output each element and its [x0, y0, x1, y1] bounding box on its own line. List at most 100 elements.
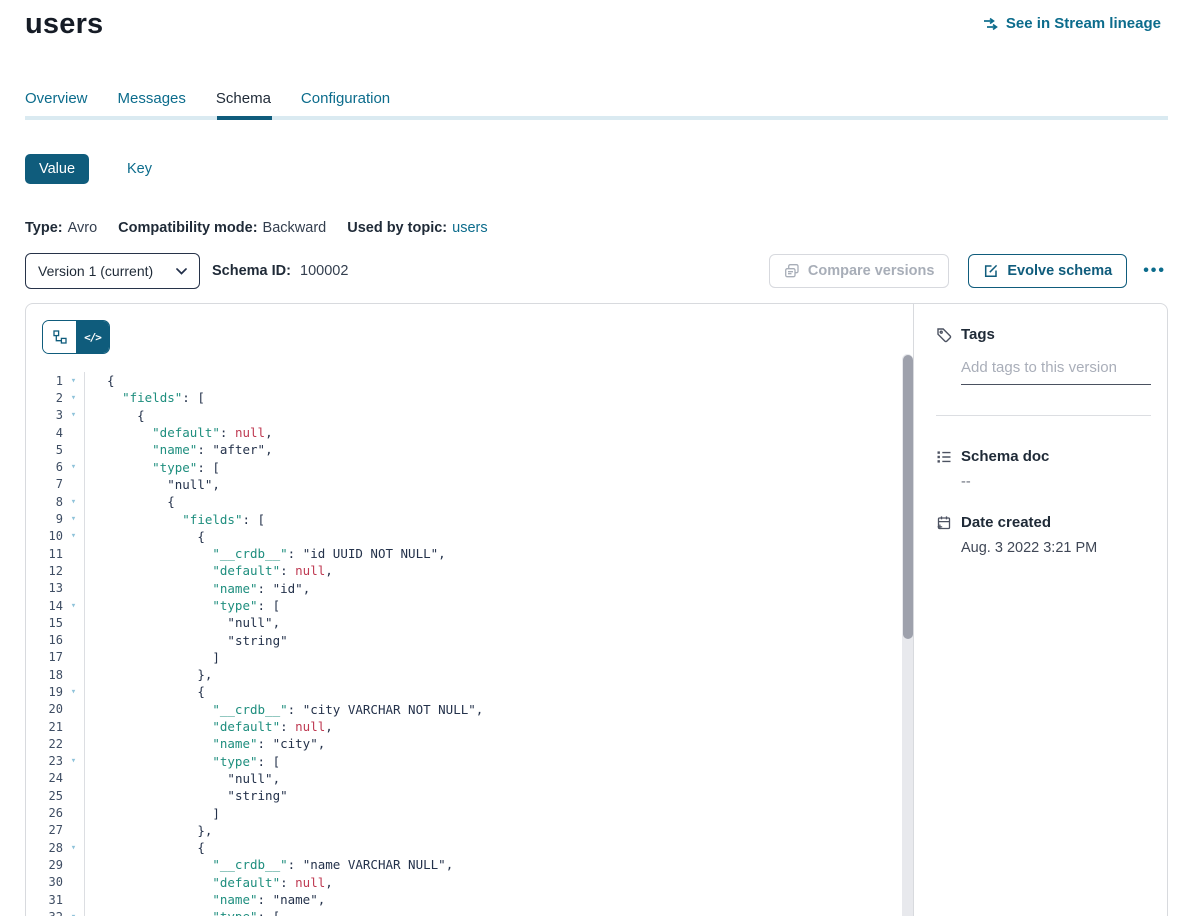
code-line-text: "name": "id",: [84, 580, 310, 597]
code-line-text: },: [84, 822, 212, 839]
code-line-text: "__crdb__": "id UUID NOT NULL",: [84, 545, 446, 562]
code-line-text: "string": [84, 787, 288, 804]
code-line: 6▾ "type": [: [26, 458, 899, 475]
line-number: 20: [26, 702, 63, 716]
more-options-button[interactable]: •••: [1141, 262, 1168, 280]
line-number: 24: [26, 771, 63, 785]
line-number: 14: [26, 599, 63, 613]
code-line-text: {: [84, 839, 205, 856]
add-tags-input[interactable]: [961, 357, 1151, 385]
line-number: 1: [26, 374, 63, 388]
stream-lineage-link[interactable]: See in Stream lineage: [982, 15, 1161, 32]
value-tab-button[interactable]: Value: [25, 154, 89, 184]
evolve-schema-button[interactable]: Evolve schema: [968, 254, 1127, 288]
code-line: 16 "string": [26, 631, 899, 648]
chevron-down-icon: [176, 268, 187, 275]
collapse-arrow-icon[interactable]: ▾: [63, 462, 84, 472]
collapse-arrow-icon[interactable]: ▾: [63, 410, 84, 420]
line-number: 27: [26, 823, 63, 837]
code-editor: 1▾{2▾ "fields": [3▾ {4 "default": null,5…: [26, 372, 899, 916]
code-line-text: },: [84, 666, 212, 683]
schema-toolbar: Version 1 (current) Schema ID: 100002 Co…: [25, 253, 1168, 289]
line-number: 23: [26, 754, 63, 768]
code-line-text: "default": null,: [84, 424, 273, 441]
line-number: 32: [26, 910, 63, 916]
code-line-text: {: [84, 683, 205, 700]
schema-card: </> 1▾{2▾ "fields": [3▾ {4 "default": nu…: [25, 303, 1168, 916]
code-line-text: "default": null,: [84, 718, 333, 735]
line-number: 16: [26, 633, 63, 647]
code-view-icon: </>: [84, 331, 101, 344]
line-number: 30: [26, 875, 63, 889]
used-by-topic-label: Used by topic:: [347, 220, 447, 236]
type-label: Type:: [25, 220, 63, 236]
line-number: 13: [26, 581, 63, 595]
code-line-text: "name": "after",: [84, 441, 273, 458]
code-line-text: "null",: [84, 476, 220, 493]
schema-meta-row: Type: Avro Compatibility mode: Backward …: [25, 220, 509, 236]
page-title: users: [25, 8, 103, 41]
code-line-text: "name": "city",: [84, 735, 325, 752]
code-line: 10▾ {: [26, 528, 899, 545]
code-view-button[interactable]: </>: [76, 321, 109, 353]
line-number: 6: [26, 460, 63, 474]
compare-versions-button[interactable]: Compare versions: [769, 254, 950, 288]
collapse-arrow-icon[interactable]: ▾: [63, 514, 84, 524]
code-line: 4 "default": null,: [26, 424, 899, 441]
collapse-arrow-icon[interactable]: ▾: [63, 843, 84, 853]
tab-configuration[interactable]: Configuration: [301, 90, 390, 107]
code-line-text: {: [84, 493, 175, 510]
line-number: 31: [26, 893, 63, 907]
line-number: 17: [26, 650, 63, 664]
code-line: 20 "__crdb__": "city VARCHAR NOT NULL",: [26, 701, 899, 718]
code-line: 31 "name": "name",: [26, 891, 899, 908]
schema-code-pane: </> 1▾{2▾ "fields": [3▾ {4 "default": nu…: [26, 304, 914, 916]
tab-messages[interactable]: Messages: [118, 90, 186, 107]
tree-view-icon: [53, 330, 67, 344]
sidebar-divider: [936, 415, 1151, 416]
schema-id: Schema ID: 100002: [212, 263, 348, 279]
code-line-text: "type": [: [84, 908, 280, 916]
code-line-text: "default": null,: [84, 562, 333, 579]
collapse-arrow-icon[interactable]: ▾: [63, 531, 84, 541]
code-line-text: "fields": [: [84, 510, 265, 527]
collapse-arrow-icon[interactable]: ▾: [63, 497, 84, 507]
collapse-arrow-icon[interactable]: ▾: [63, 376, 84, 386]
tab-active-underline: [217, 116, 272, 120]
ellipsis-icon: •••: [1143, 262, 1166, 279]
compatibility-label: Compatibility mode:: [118, 220, 257, 236]
tab-underline-track: [25, 116, 1168, 120]
code-line: 25 "string": [26, 787, 899, 804]
tree-view-button[interactable]: [43, 321, 76, 353]
code-line-text: "default": null,: [84, 874, 333, 891]
code-line-text: ]: [84, 804, 220, 821]
code-line: 18 },: [26, 666, 899, 683]
version-select[interactable]: Version 1 (current): [25, 253, 200, 289]
line-number: 4: [26, 426, 63, 440]
code-line: 24 "null",: [26, 770, 899, 787]
code-line: 19▾ {: [26, 683, 899, 700]
list-icon: [936, 449, 952, 465]
line-number: 22: [26, 737, 63, 751]
code-line: 22 "name": "city",: [26, 735, 899, 752]
code-line: 15 "null",: [26, 614, 899, 631]
collapse-arrow-icon[interactable]: ▾: [63, 912, 84, 916]
collapse-arrow-icon[interactable]: ▾: [63, 393, 84, 403]
date-created-section-header: Date created: [936, 514, 1151, 531]
tab-bar: Overview Messages Schema Configuration: [25, 90, 390, 107]
key-tab-button[interactable]: Key: [113, 154, 166, 184]
code-line-text: "__crdb__": "name VARCHAR NULL",: [84, 856, 453, 873]
line-number: 3: [26, 408, 63, 422]
code-line: 14▾ "type": [: [26, 597, 899, 614]
tab-schema[interactable]: Schema: [216, 90, 271, 107]
line-number: 7: [26, 477, 63, 491]
line-number: 12: [26, 564, 63, 578]
collapse-arrow-icon[interactable]: ▾: [63, 756, 84, 766]
collapse-arrow-icon[interactable]: ▾: [63, 601, 84, 611]
scrollbar-thumb[interactable]: [903, 355, 913, 639]
collapse-arrow-icon[interactable]: ▾: [63, 687, 84, 697]
tab-overview[interactable]: Overview: [25, 90, 88, 107]
tag-icon: [936, 327, 952, 343]
topic-link[interactable]: users: [452, 220, 487, 236]
code-line-text: "type": [: [84, 753, 280, 770]
